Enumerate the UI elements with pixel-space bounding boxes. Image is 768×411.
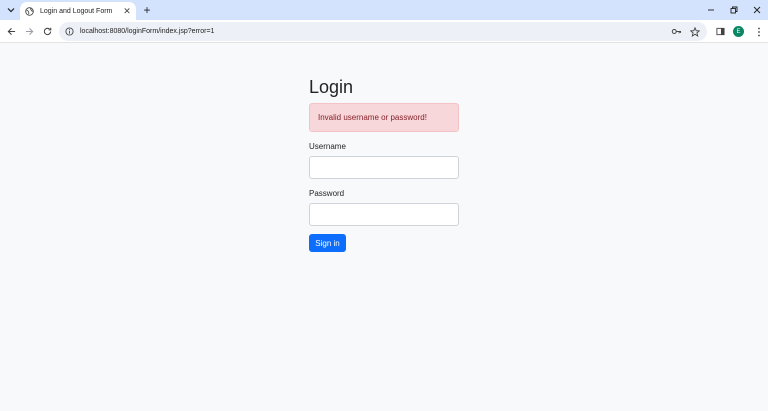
back-arrow-icon[interactable] <box>4 24 19 39</box>
restore-icon[interactable] <box>726 2 742 18</box>
address-bar[interactable]: localhost:8080/loginForm/index.jsp?error… <box>59 22 707 41</box>
username-label: Username <box>309 142 346 151</box>
minimize-icon[interactable] <box>703 2 719 18</box>
plus-icon[interactable]: + <box>140 3 154 17</box>
info-icon[interactable] <box>64 27 74 37</box>
password-input[interactable] <box>309 203 459 226</box>
password-key-icon[interactable] <box>669 25 683 39</box>
username-input[interactable] <box>309 156 459 179</box>
more-vert-icon[interactable] <box>751 24 766 39</box>
avatar[interactable]: E <box>733 26 744 37</box>
error-message: Invalid username or password! <box>318 113 427 122</box>
page-title: Login <box>309 77 354 97</box>
browser-toolbar: localhost:8080/loginForm/index.jsp?error… <box>0 20 768 43</box>
password-label: Password <box>309 189 345 198</box>
reload-icon[interactable] <box>40 24 55 39</box>
close-icon[interactable]: ✕ <box>121 5 133 17</box>
side-panel-icon[interactable] <box>713 24 728 39</box>
error-alert: Invalid username or password! <box>309 103 459 132</box>
tab-search-icon[interactable] <box>4 3 18 17</box>
login-form: Login Invalid username or password! User… <box>309 76 459 252</box>
tab-strip: Login and Logout Form ✕ + <box>0 0 768 20</box>
tab-title: Login and Logout Form <box>40 7 113 15</box>
url-text[interactable]: localhost:8080/loginForm/index.jsp?error… <box>80 28 669 35</box>
sign-in-button[interactable]: Sign in <box>309 234 346 252</box>
forward-arrow-icon[interactable] <box>22 24 37 39</box>
close-icon[interactable] <box>749 2 765 18</box>
globe-icon <box>25 6 34 16</box>
browser-tab[interactable]: Login and Logout Form ✕ <box>20 2 136 20</box>
star-icon[interactable] <box>688 25 702 39</box>
